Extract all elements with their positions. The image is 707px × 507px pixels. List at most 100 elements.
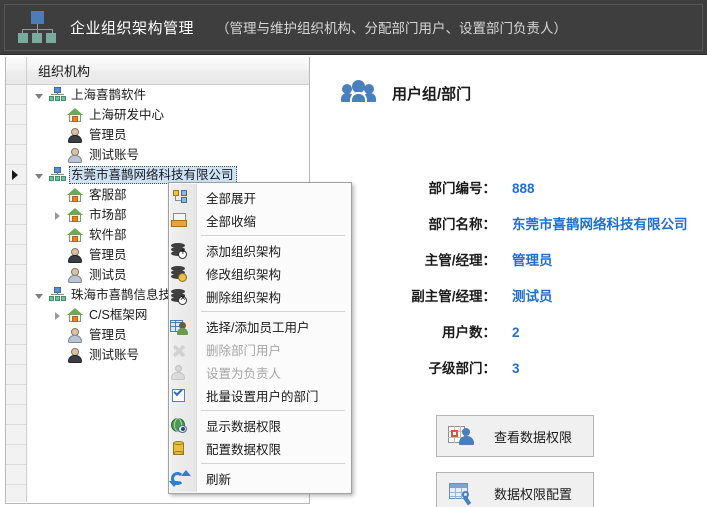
user-dark-icon	[66, 247, 84, 263]
context-menu-item[interactable]: 选择/添加员工用户	[169, 315, 351, 338]
tree-node-label: 管理员	[89, 328, 127, 342]
context-menu-item-label: 全部收缩	[206, 215, 257, 229]
tree-gutter-cell[interactable]	[6, 385, 26, 405]
tree-gutter-cell[interactable]	[6, 165, 26, 185]
expand-node-icon[interactable]	[52, 310, 63, 321]
user-group-icon	[341, 80, 376, 106]
tree-context-menu: 全部展开全部收缩添加组织架构修改组织架构删除组织架构选择/添加员工用户删除部门用…	[168, 182, 352, 494]
detail-field-row: 副主管/经理： 测试员	[320, 285, 707, 321]
context-menu-item-label: 批量设置用户的部门	[206, 390, 319, 404]
context-menu-item-label: 修改组织架构	[206, 268, 282, 282]
context-menu-item[interactable]: 全部展开	[169, 186, 351, 209]
context-menu-item-label: 添加组织架构	[206, 245, 282, 259]
globe-eye-icon	[169, 417, 196, 435]
tree-gutter-cell[interactable]	[6, 325, 26, 345]
context-menu-item[interactable]: 删除组织架构	[169, 285, 351, 308]
expand-node-icon[interactable]	[52, 210, 63, 221]
collapse-node-icon[interactable]	[34, 170, 45, 181]
user-light-icon	[66, 147, 84, 163]
view-data-permission-label: 查看数据权限	[494, 429, 573, 445]
tree-gutter-cell[interactable]	[6, 125, 26, 145]
node-expander-spacer	[52, 190, 63, 201]
context-menu-separator	[201, 311, 345, 312]
checkbox-icon	[169, 386, 196, 405]
collapse-node-icon[interactable]	[34, 90, 45, 101]
tree-gutter-cell[interactable]	[6, 305, 26, 325]
refresh-icon	[169, 469, 196, 488]
tree-gutter-cell[interactable]	[6, 85, 26, 105]
tree-gutter-cell[interactable]	[6, 185, 26, 205]
collapse-all-icon	[169, 212, 196, 230]
tree-node-row[interactable]: 上海喜鹊软件	[28, 85, 309, 105]
view-data-permission-button[interactable]: 查看数据权限	[436, 415, 594, 457]
tree-gutter-cell[interactable]	[6, 485, 26, 503]
department-icon	[66, 307, 84, 323]
context-menu-item-list: 全部展开全部收缩添加组织架构修改组织架构删除组织架构选择/添加员工用户删除部门用…	[169, 186, 351, 490]
detail-field-value: 东莞市喜鹊网络科技有限公司	[512, 217, 688, 232]
tree-node-row[interactable]: 管理员	[28, 125, 309, 145]
tree-node-label: 测试账号	[89, 348, 140, 362]
tree-node-label: 软件部	[89, 228, 127, 242]
context-menu-separator	[201, 410, 345, 411]
delete-database-icon	[169, 288, 196, 306]
context-menu-item[interactable]: 全部收缩	[169, 209, 351, 232]
detail-header-title: 用户组/部门	[392, 85, 472, 103]
tree-gutter-cell[interactable]	[6, 105, 26, 125]
detail-field-row: 子级部门： 3	[320, 357, 707, 393]
tree-node-label: C/S框架网	[89, 308, 148, 322]
tree-node-row[interactable]: 上海研发中心	[28, 105, 309, 125]
node-expander-spacer	[52, 330, 63, 341]
data-permission-config-button[interactable]: 数据权限配置	[436, 472, 594, 507]
context-menu-item[interactable]: 刷新	[169, 467, 351, 490]
wrench-icon	[460, 491, 472, 506]
tree-gutter-cell[interactable]	[6, 445, 26, 465]
department-icon	[66, 107, 84, 123]
collapse-node-icon[interactable]	[34, 290, 45, 301]
detail-header: 用户组/部门	[341, 80, 472, 106]
tree-gutter-cell[interactable]	[6, 225, 26, 245]
tree-gutter-header	[6, 57, 27, 84]
context-menu-item-label: 配置数据权限	[206, 443, 282, 457]
tree-gutter-cell[interactable]	[6, 145, 26, 165]
detail-field-value: 888	[512, 181, 535, 196]
context-menu-separator	[201, 235, 345, 236]
context-menu-item: 删除部门用户	[169, 338, 351, 361]
context-menu-item-label: 设置为负责人	[206, 367, 282, 381]
context-menu-item[interactable]: 配置数据权限	[169, 437, 351, 460]
tree-node-row[interactable]: 测试账号	[28, 145, 309, 165]
context-menu-item-label: 全部展开	[206, 192, 257, 206]
tree-gutter-cell[interactable]	[6, 365, 26, 385]
detail-field-row: 主管/经理： 管理员	[320, 249, 707, 285]
node-expander-spacer	[52, 130, 63, 141]
tree-gutter-cell[interactable]	[6, 405, 26, 425]
context-menu-item-label: 刷新	[206, 473, 232, 487]
remove-user-icon	[169, 341, 196, 359]
department-icon	[66, 187, 84, 203]
context-menu-item[interactable]: 添加组织架构	[169, 239, 351, 262]
user-dark-icon	[66, 347, 84, 363]
tree-gutter-cell[interactable]	[6, 265, 26, 285]
context-menu-item[interactable]: 显示数据权限	[169, 414, 351, 437]
department-icon	[66, 227, 84, 243]
node-expander-spacer	[52, 270, 63, 281]
context-menu-item[interactable]: 修改组织架构	[169, 262, 351, 285]
tree-gutter-cell[interactable]	[6, 285, 26, 305]
yellow-database-icon	[169, 440, 196, 458]
tree-node-label: 上海研发中心	[89, 108, 165, 122]
tree-gutter-cell[interactable]	[6, 465, 26, 485]
page-subtitle: （管理与维护组织机构、分配部门用户、设置部门负责人）	[216, 21, 568, 36]
tree-gutter-cell[interactable]	[6, 425, 26, 445]
detail-field-value: 3	[512, 361, 520, 376]
tree-column-title: 组织机构	[38, 64, 91, 79]
tree-node-label: 管理员	[89, 128, 127, 142]
tree-gutter-cell[interactable]	[6, 345, 26, 365]
tree-gutter-cell[interactable]	[6, 245, 26, 265]
context-menu-item-label: 删除组织架构	[206, 291, 282, 305]
data-permission-config-label: 数据权限配置	[494, 486, 573, 502]
add-database-icon	[169, 242, 196, 260]
context-menu-item[interactable]: 批量设置用户的部门	[169, 384, 351, 407]
detail-field-row: 用户数： 2	[320, 321, 707, 357]
tree-gutter-cell[interactable]	[6, 205, 26, 225]
detail-field-list: 部门编号： 888 部门名称： 东莞市喜鹊网络科技有限公司 主管/经理： 管理员 副主管/经…	[320, 177, 707, 393]
detail-action-buttons: 查看数据权限 数据权限配置	[436, 415, 594, 507]
